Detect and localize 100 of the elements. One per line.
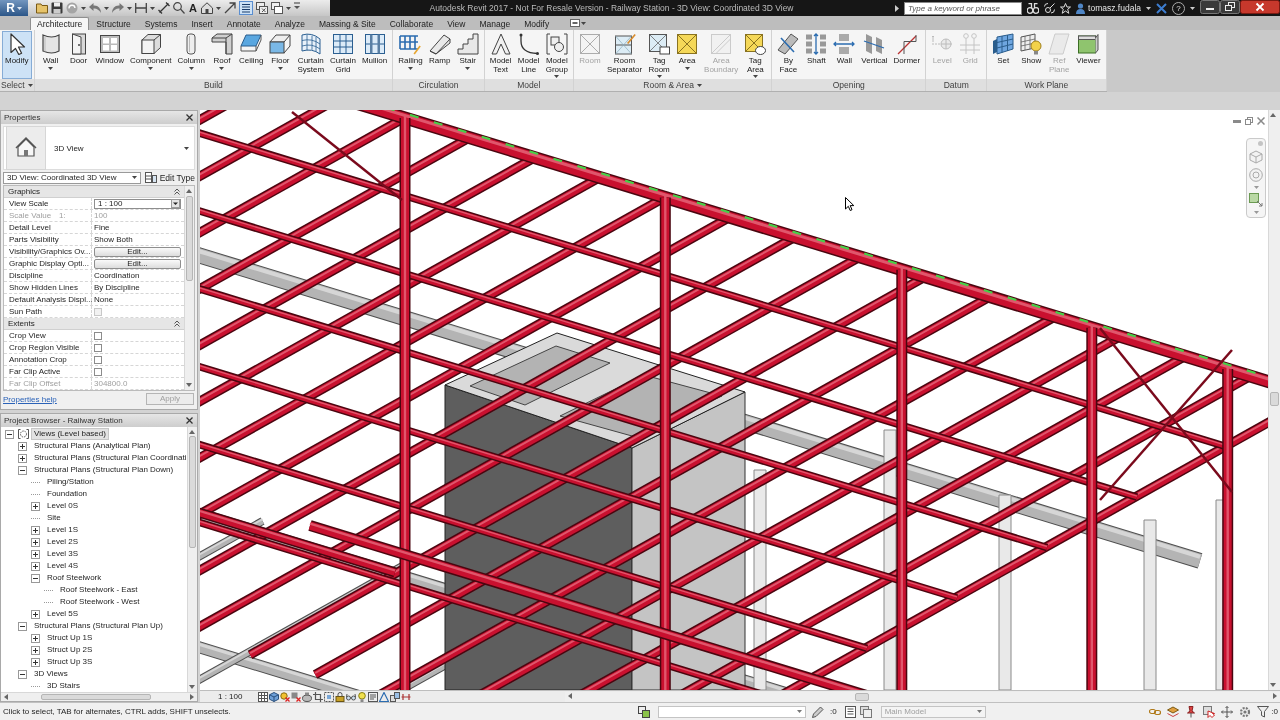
vertical-scrollbar[interactable]	[1268, 110, 1280, 690]
vertical-scrollbar[interactable]	[187, 427, 197, 692]
edit-button[interactable]: Edit...	[94, 258, 181, 269]
ribbon-tab[interactable]: Collaborate	[382, 17, 441, 30]
instance-dropdown[interactable]: 3D View: Coordinated 3D View	[3, 171, 141, 184]
ribbon-tab[interactable]: Structure	[89, 17, 138, 30]
property-dropdown[interactable]: 1 : 100	[94, 198, 181, 209]
x-mark-icon[interactable]	[1156, 2, 1167, 14]
tool-button[interactable]: Component	[127, 31, 175, 79]
minimize-icon[interactable]	[1200, 0, 1220, 14]
tree-item[interactable]: Level 0S	[44, 500, 82, 512]
tree-item[interactable]: Level 2S	[44, 536, 82, 548]
shaded-cube-icon[interactable]	[269, 691, 280, 702]
lock-icon[interactable]	[335, 691, 346, 702]
close-icon[interactable]	[1240, 0, 1280, 14]
caret-icon[interactable]	[150, 6, 155, 10]
binoculars-icon[interactable]	[1027, 2, 1040, 14]
tool-button[interactable]: Wall	[830, 31, 859, 79]
tree-item[interactable]: Level 4S	[44, 560, 82, 572]
tool-button[interactable]: Railing	[395, 31, 426, 79]
plus-box-icon[interactable]	[18, 453, 27, 463]
tree-item[interactable]: Structural Plans (Structural Plan Down)	[31, 464, 177, 476]
triangle-outline-icon[interactable]	[379, 691, 390, 702]
zoom-region-icon[interactable]	[1249, 193, 1263, 207]
bracket-line-icon[interactable]	[401, 691, 412, 702]
tree-item[interactable]: Level 5S	[44, 608, 82, 620]
tool-button[interactable]: Tag Room	[645, 31, 674, 79]
tree-item[interactable]: Roof Steelwork	[44, 572, 105, 584]
group-header[interactable]: Extents	[4, 318, 184, 330]
star-icon[interactable]	[1060, 2, 1072, 14]
filter-icon[interactable]	[1257, 705, 1270, 718]
tree-item[interactable]: 3D Views	[31, 668, 71, 680]
tree-item[interactable]: Struct Up 3S	[44, 656, 96, 668]
house-icon[interactable]	[200, 2, 213, 14]
tool-button[interactable]: Room Separator	[603, 31, 646, 79]
minus-box-icon[interactable]	[5, 429, 14, 439]
plus-box-icon[interactable]	[31, 561, 40, 571]
tool-button[interactable]: Area	[673, 31, 702, 79]
plus-box-icon[interactable]	[18, 441, 27, 451]
dimension-line-icon[interactable]	[135, 2, 147, 14]
open-folder-icon[interactable]	[36, 2, 48, 14]
dot-icon[interactable]	[1258, 141, 1263, 146]
expand-arrow-icon[interactable]	[895, 4, 900, 12]
user-account-button[interactable]: tomasz.fudala	[1076, 2, 1141, 14]
checkbox[interactable]	[94, 331, 102, 340]
pencil-icon[interactable]	[812, 705, 824, 718]
checkbox[interactable]	[94, 343, 102, 352]
tool-button[interactable]: Shaft	[802, 31, 831, 79]
properties-help-link[interactable]: Properties help	[3, 394, 57, 404]
tool-button[interactable]: Model Line	[514, 31, 543, 79]
plus-box-icon[interactable]	[31, 537, 40, 547]
tree-item[interactable]: Roof Steelwork - East	[57, 584, 141, 596]
tool-button[interactable]: Vertical	[858, 31, 891, 79]
caret-icon[interactable]	[81, 6, 86, 10]
tool-button[interactable]: Stair	[453, 31, 482, 79]
checkbox[interactable]	[94, 355, 102, 364]
tool-button[interactable]: Mullion	[358, 31, 391, 79]
plus-box-icon[interactable]	[31, 645, 40, 655]
caret-icon[interactable]	[27, 83, 33, 87]
caret-icon[interactable]	[285, 6, 291, 10]
view-scale-button[interactable]: 1 : 100	[216, 691, 245, 702]
square-grid-icon[interactable]	[258, 691, 269, 702]
caret-icon[interactable]	[127, 6, 132, 10]
ribbon-tab[interactable]: Annotate	[219, 17, 268, 30]
tree-item[interactable]: Level 3S	[44, 548, 82, 560]
glasses-icon[interactable]	[346, 691, 357, 702]
close-windows-icon[interactable]	[255, 2, 268, 14]
tool-button[interactable]: Set	[989, 31, 1018, 79]
bulb-icon[interactable]	[357, 691, 368, 702]
tool-button[interactable]: Roof	[207, 31, 236, 79]
tree-item[interactable]: Structural Plans (Analytical Plan)	[31, 440, 154, 452]
tree-item[interactable]: Site	[44, 512, 64, 524]
minus-box-icon[interactable]	[18, 465, 27, 475]
stacked-windows-icon[interactable]	[270, 2, 283, 14]
ribbon-tab[interactable]: View	[440, 17, 473, 30]
crop-icon[interactable]	[313, 691, 324, 702]
application-menu-button[interactable]: R	[0, 0, 28, 16]
type-selector[interactable]: 3D View	[3, 126, 195, 170]
gear-icon[interactable]	[1239, 705, 1252, 718]
group-header[interactable]: Graphics	[4, 186, 184, 198]
caret-icon[interactable]	[696, 83, 702, 87]
edit-type-button[interactable]: Edit Type	[144, 172, 195, 183]
tree-item[interactable]: Struct Up 1S	[44, 632, 96, 644]
document-lines-icon[interactable]	[368, 691, 379, 702]
caret-icon[interactable]	[215, 6, 221, 10]
overlapping-squares-icon[interactable]	[638, 705, 650, 718]
move-arrows-icon[interactable]	[1221, 705, 1234, 718]
panel-toggle-icon[interactable]	[570, 19, 587, 27]
ribbon-tab[interactable]: Massing & Site	[312, 17, 383, 30]
ribbon-tab[interactable]: Analyze	[267, 17, 312, 30]
stacked-sheets-icon[interactable]	[1167, 705, 1180, 718]
tool-button[interactable]: Model Text	[486, 31, 515, 79]
tool-button[interactable]: Tag Area	[741, 31, 770, 79]
magnifier-icon[interactable]	[173, 2, 185, 14]
tree-item[interactable]: Structural Plans (Structural Plan Coordinati	[31, 452, 187, 464]
caret-icon[interactable]	[1190, 6, 1195, 10]
tool-button[interactable]: Wall	[36, 31, 65, 79]
tool-button[interactable]: By Face	[774, 31, 803, 79]
tool-button[interactable]: Ramp	[425, 31, 454, 79]
square-cursor-icon[interactable]	[1203, 705, 1216, 718]
